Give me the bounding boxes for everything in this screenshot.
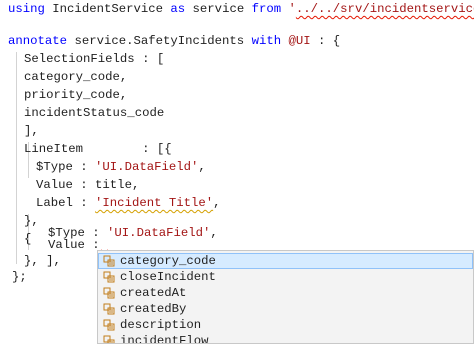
keyword-annotate: annotate — [8, 34, 68, 48]
value-title: title — [95, 178, 132, 192]
service-name: IncidentService — [52, 2, 163, 16]
code-line-5[interactable]: category_code, — [24, 68, 127, 86]
code-line-7[interactable]: incidentStatus_code — [24, 104, 164, 122]
suggest-item-label: category_code — [120, 254, 216, 268]
prop-sep: : — [72, 160, 96, 174]
code-line-1[interactable]: using IncidentService as service from '.… — [8, 0, 474, 18]
code-line-4[interactable]: SelectionFields : [ — [24, 50, 164, 68]
prop-value: Value — [36, 178, 73, 192]
keyword-using: using — [8, 2, 45, 16]
code-line-8[interactable]: ], — [24, 122, 39, 140]
keyword-with: with — [251, 34, 282, 48]
enum-member-icon — [103, 335, 115, 343]
line-end: , — [210, 226, 218, 240]
code-line-9[interactable]: LineItem : [{ — [24, 140, 172, 158]
suggest-item-label: description — [120, 318, 202, 332]
field-incident-status-code: incidentStatus_code — [24, 106, 165, 120]
annotation-ui: @UI — [288, 34, 311, 48]
suggest-item-category-code[interactable]: category_code — [98, 253, 473, 269]
suggest-item-created-by[interactable]: createdBy — [98, 301, 473, 317]
code-line-13[interactable]: }, — [24, 212, 39, 230]
autocomplete-suggest-widget[interactable]: category_code closeIncident createdAt cr… — [97, 250, 474, 344]
enum-member-icon — [103, 255, 115, 267]
annotate-close: }; — [12, 270, 27, 284]
suggest-item-label: incidentFlow — [120, 334, 209, 344]
value-incident-title: 'Incident Title' — [95, 196, 214, 210]
code-line-6[interactable]: priority_code, — [24, 86, 127, 104]
value-ui-datafield: 'UI.DataField' — [95, 160, 199, 174]
keyword-from: from — [251, 2, 282, 16]
code-line-3[interactable]: annotate service.SafetyIncidents with @U… — [8, 32, 340, 50]
import-quote-open: ' — [288, 2, 296, 16]
value-ui-datafield: 'UI.DataField' — [107, 226, 211, 240]
prop-label: Label — [36, 196, 73, 210]
enum-member-icon — [103, 271, 115, 283]
code-line-17[interactable]: }, ], — [24, 252, 61, 270]
code-line-14[interactable]: { — [24, 230, 31, 248]
indent-guide — [16, 52, 17, 264]
enum-member-icon — [103, 319, 115, 331]
suggest-item-incident-flow[interactable]: incidentFlow — [98, 333, 473, 344]
selection-fields-key: SelectionFields : [ — [24, 52, 165, 66]
suggest-item-label: closeIncident — [120, 270, 216, 284]
array-close: ], — [24, 124, 39, 138]
code-editor[interactable]: using IncidentService as service from '.… — [0, 0, 474, 344]
keyword-as: as — [170, 2, 186, 16]
suggest-item-label: createdBy — [120, 302, 187, 316]
code-line-11[interactable]: Value : title, — [36, 176, 139, 194]
enum-member-icon — [103, 303, 115, 315]
line-end: , — [198, 160, 206, 174]
enum-member-icon — [103, 287, 115, 299]
field-priority-code: priority_code, — [24, 88, 128, 102]
line-end: , — [131, 178, 140, 192]
field-category-code: category_code, — [24, 70, 128, 84]
prop-sep: : — [72, 178, 96, 192]
line-end: , — [213, 196, 221, 210]
annotate-rest: : { — [310, 34, 341, 48]
prop-value: Value — [48, 238, 85, 252]
suggest-item-created-at[interactable]: createdAt — [98, 285, 473, 301]
closing-brackets: }, ], — [24, 254, 61, 268]
object-close: }, — [24, 214, 39, 228]
suggest-item-close-incident[interactable]: closeIncident — [98, 269, 473, 285]
code-line-12[interactable]: Label : 'Incident Title', — [36, 194, 221, 212]
code-line-10[interactable]: $Type : 'UI.DataField', — [36, 158, 206, 176]
prop-sep: : — [72, 196, 96, 210]
prop-type: $Type — [36, 160, 73, 174]
line-item-key: LineItem : [{ — [24, 142, 172, 156]
import-path: ../../srv/incidentservice — [295, 2, 474, 16]
service-alias: service — [192, 2, 245, 16]
code-line-18[interactable]: }; — [12, 268, 27, 286]
object-open: { — [24, 232, 32, 246]
suggest-item-label: createdAt — [120, 286, 187, 300]
suggest-item-description[interactable]: description — [98, 317, 473, 333]
annotate-target: service.SafetyIncidents — [74, 34, 245, 48]
